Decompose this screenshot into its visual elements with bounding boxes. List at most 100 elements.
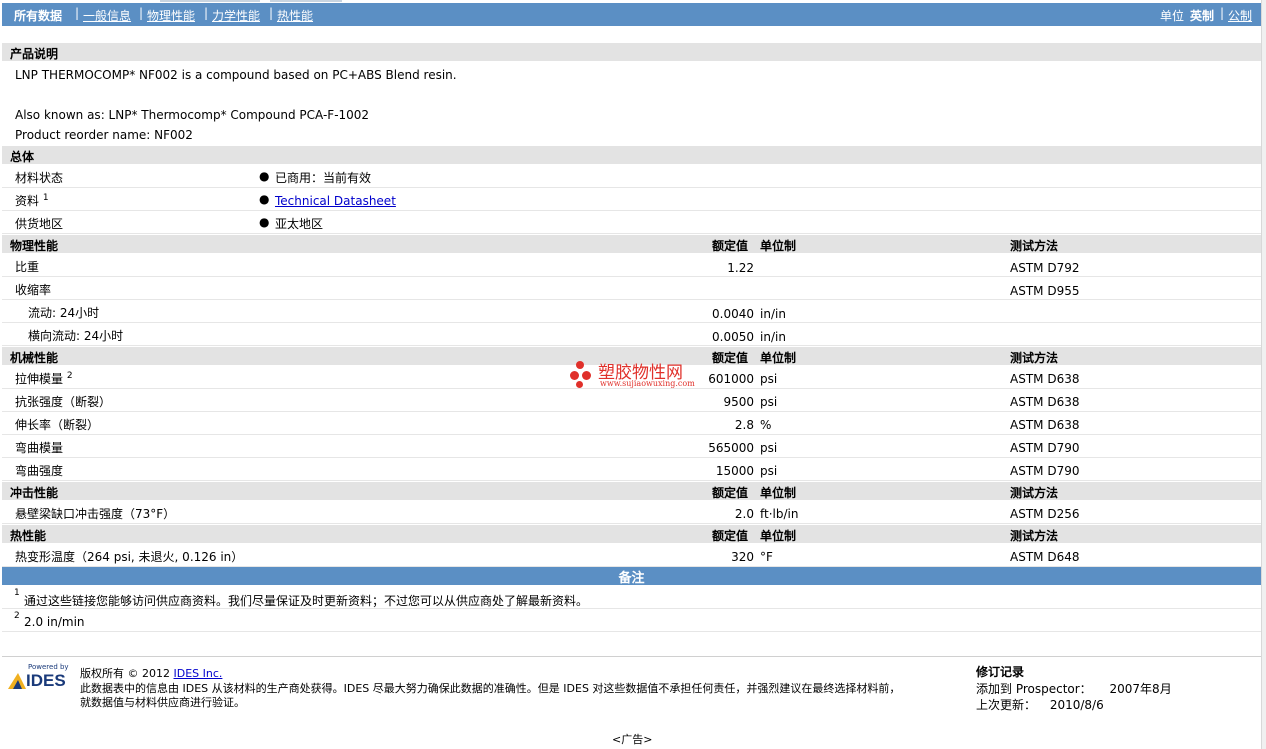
row-value: 565000 xyxy=(708,441,754,455)
nav-separator: | xyxy=(75,6,80,20)
col-header-unit: 单位制 xyxy=(760,239,797,253)
nav-thermal[interactable]: 热性能 xyxy=(277,7,313,24)
table-row: 弯曲强度 15000 psi ASTM D790 xyxy=(2,458,1261,481)
top-tab-edge xyxy=(160,0,260,2)
row-unit: psi xyxy=(760,464,778,478)
col-header-nominal: 额定值 xyxy=(712,351,749,365)
copyright-line: 版权所有 © 2012 IDES Inc. xyxy=(80,665,222,681)
table-row: 供货地区 ● 亚太地区 xyxy=(2,211,1261,234)
scrollbar[interactable] xyxy=(1261,0,1266,749)
section-title: 机械性能 xyxy=(10,351,59,365)
note-item: 2 2.0 in/min xyxy=(2,609,1261,632)
footnote-ref[interactable]: 1 xyxy=(43,193,49,203)
section-title: 物理性能 xyxy=(10,239,59,253)
nav-general-info[interactable]: 一般信息 xyxy=(83,7,131,24)
revision-added-value: 2007年8月 xyxy=(1109,682,1172,696)
bullet-icon: ● xyxy=(259,215,270,229)
table-row: 弯曲模量 565000 psi ASTM D790 xyxy=(2,435,1261,458)
nav-physical[interactable]: 物理性能 xyxy=(147,7,195,24)
watermark-dot xyxy=(576,361,584,369)
row-value: 亚太地区 xyxy=(275,217,324,231)
row-unit: in/in xyxy=(760,307,786,321)
copyright-text: 版权所有 © 2012 xyxy=(80,667,170,680)
section-nav-bar: 所有数据 | 一般信息 | 物理性能 | 力学性能 | 热性能 单位 英制 | … xyxy=(2,3,1261,26)
nav-mechanical[interactable]: 力学性能 xyxy=(212,7,260,24)
col-header-method: 测试方法 xyxy=(1010,529,1059,543)
footnote-ref[interactable]: 2 xyxy=(67,371,73,381)
table-row: 流动: 24小时 0.0040 in/in xyxy=(2,300,1261,323)
row-value: 15000 xyxy=(715,464,754,478)
row-value: 1.22 xyxy=(727,261,754,275)
section-title: 热性能 xyxy=(10,529,47,543)
row-value: 9500 xyxy=(723,395,754,409)
row-method: ASTM D638 xyxy=(1010,372,1080,386)
unit-english-option[interactable]: 英制 xyxy=(1190,7,1214,24)
bullet-icon: ● xyxy=(259,169,270,183)
row-value: 2.0 xyxy=(734,507,754,521)
nav-separator: | xyxy=(139,6,144,20)
revision-added: 添加到 Prospector： 2007年8月 xyxy=(976,680,1172,697)
notes-title: 备注 xyxy=(618,571,645,586)
row-unit: psi xyxy=(760,372,778,386)
watermark-dot xyxy=(576,381,583,388)
description-line: LNP THERMOCOMP* NF002 is a compound base… xyxy=(15,68,457,82)
nav-separator: | xyxy=(204,6,209,20)
row-method: ASTM D790 xyxy=(1010,464,1080,478)
revision-updated-label: 上次更新： xyxy=(976,698,1037,712)
col-header-method: 测试方法 xyxy=(1010,486,1059,500)
advertisement-label: <广告> xyxy=(612,733,653,746)
section-header-thermal: 热性能 额定值 单位制 测试方法 xyxy=(2,525,1261,543)
col-header-nominal: 额定值 xyxy=(712,239,749,253)
row-unit: psi xyxy=(760,441,778,455)
row-label: 流动: 24小时 xyxy=(28,306,100,320)
section-header-description: 产品说明 xyxy=(2,43,1261,61)
ides-logo[interactable]: Powered by IDES xyxy=(6,663,72,693)
revision-updated: 上次更新： 2010/8/6 xyxy=(976,696,1104,713)
note-text: 通过这些链接您能够访问供应商资料。我们尽量保证及时更新资料；不过您可以从供应商处… xyxy=(24,594,589,608)
col-header-method: 测试方法 xyxy=(1010,239,1059,253)
notes-header: 备注 xyxy=(2,567,1261,586)
row-method: ASTM D648 xyxy=(1010,550,1080,564)
table-row: 悬壁梁缺口冲击强度（73°F） 2.0 ft·lb/in ASTM D256 xyxy=(2,501,1261,524)
watermark-dot xyxy=(582,371,591,380)
unit-metric-link[interactable]: 公制 xyxy=(1228,7,1252,24)
note-number: 2 xyxy=(14,611,20,621)
row-value: 320 xyxy=(731,550,754,564)
row-label: 横向流动: 24小时 xyxy=(28,329,124,343)
nav-separator: | xyxy=(269,6,274,20)
table-row: 比重 1.22 ASTM D792 xyxy=(2,254,1261,277)
row-unit: in/in xyxy=(760,330,786,344)
row-label: 收缩率 xyxy=(15,283,52,297)
row-label: 悬壁梁缺口冲击强度（73°F） xyxy=(15,507,176,521)
table-row: 材料状态 ● 已商用：当前有效 xyxy=(2,165,1261,188)
watermark-url: www.sujiaowuxing.com xyxy=(600,379,695,388)
logo-text: IDES xyxy=(26,671,66,690)
row-method: ASTM D638 xyxy=(1010,418,1080,432)
col-header-unit: 单位制 xyxy=(760,351,797,365)
row-value: 0.0050 xyxy=(712,330,754,344)
row-method: ASTM D638 xyxy=(1010,395,1080,409)
revision-updated-value: 2010/8/6 xyxy=(1049,698,1104,712)
revision-added-label: 添加到 Prospector： xyxy=(976,682,1092,696)
row-method: ASTM D955 xyxy=(1010,284,1080,298)
ides-logo-icon xyxy=(8,673,26,689)
row-value: 2.8 xyxy=(734,418,754,432)
col-header-unit: 单位制 xyxy=(760,529,797,543)
table-row: 热变形温度（264 psi, 未退火, 0.126 in） 320 °F AST… xyxy=(2,544,1261,567)
ides-inc-link[interactable]: IDES Inc. xyxy=(174,667,223,680)
table-row: 伸长率（断裂） 2.8 % ASTM D638 xyxy=(2,412,1261,435)
nav-all-data[interactable]: 所有数据 xyxy=(14,7,62,24)
nav-separator: | xyxy=(1220,6,1225,20)
technical-datasheet-link[interactable]: Technical Datasheet xyxy=(275,194,396,208)
revision-title: 修订记录 xyxy=(976,665,1025,679)
row-label: 弯曲强度 xyxy=(15,464,64,478)
row-unit: psi xyxy=(760,395,778,409)
row-method: ASTM D790 xyxy=(1010,441,1080,455)
row-unit: °F xyxy=(760,550,773,564)
footer-divider xyxy=(2,656,1261,657)
section-header-impact: 冲击性能 额定值 单位制 测试方法 xyxy=(2,482,1261,500)
watermark-logo: 塑胶物性网 www.sujiaowuxing.com xyxy=(570,357,710,393)
col-header-unit: 单位制 xyxy=(760,486,797,500)
section-header-general: 总体 xyxy=(2,146,1261,164)
watermark-dot xyxy=(570,371,579,380)
